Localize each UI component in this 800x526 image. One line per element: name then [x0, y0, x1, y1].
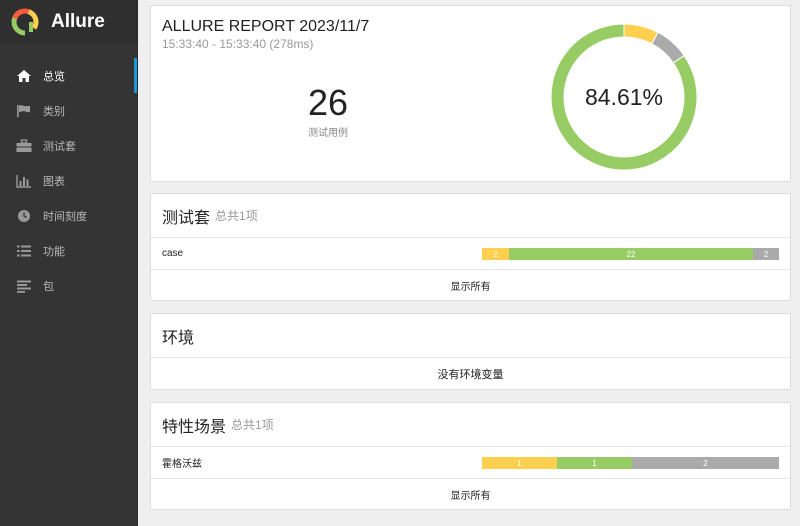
features-title: 特性场景	[162, 418, 227, 436]
table-row[interactable]: case 2 22 2	[151, 238, 790, 270]
sidebar: Allure 总览 类别 测试套 图表 时间刻度 功能 包	[0, 0, 138, 526]
environment-empty-text: 没有环境变量	[437, 369, 504, 381]
sidebar-item-timeline[interactable]: 时间刻度	[0, 198, 137, 233]
status-donut-chart[interactable]: 84.61%	[549, 22, 699, 172]
unknown-segment[interactable]: 2	[632, 457, 779, 469]
show-all-link[interactable]: 显示所有	[151, 270, 790, 300]
features-total: 总共1项	[231, 418, 274, 432]
sidebar-item-label: 总览	[43, 70, 65, 83]
broken-segment[interactable]: 1	[482, 457, 557, 469]
status-bar: 2 22 2	[482, 248, 779, 260]
sidebar-item-overview[interactable]: 总览	[0, 58, 137, 93]
sidebar-item-label: 时间刻度	[43, 210, 87, 223]
table-row[interactable]: 霍格沃兹 1 1 2	[151, 447, 790, 479]
suites-total: 总共1项	[215, 209, 258, 223]
sidebar-item-label: 功能	[43, 245, 65, 258]
sidebar-item-categories[interactable]: 类别	[0, 93, 137, 128]
report-time: 15:33:40 - 15:33:40 (278ms)	[162, 37, 314, 51]
sidebar-item-graphs[interactable]: 图表	[0, 163, 137, 198]
sidebar-item-label: 类别	[43, 105, 65, 118]
environment-title: 环境	[162, 329, 195, 347]
test-count-label: 测试用例	[308, 128, 348, 139]
briefcase-icon	[15, 138, 33, 154]
sidebar-item-behaviors[interactable]: 功能	[0, 233, 137, 268]
brand[interactable]: Allure	[0, 0, 137, 44]
broken-slice[interactable]	[623, 23, 659, 45]
report-title: ALLURE REPORT 2023/11/7	[162, 18, 370, 35]
test-count: 26	[307, 82, 349, 123]
home-icon	[15, 68, 33, 84]
features-header: 特性场景 总共1项	[151, 403, 790, 447]
summary-widget: ALLURE REPORT 2023/11/7 15:33:40 - 15:33…	[150, 5, 791, 182]
broken-segment[interactable]: 2	[482, 248, 509, 260]
sidebar-nav: 总览 类别 测试套 图表 时间刻度 功能 包	[0, 58, 137, 303]
suites-widget: 测试套 总共1项 case 2 22 2 显示所有	[150, 193, 791, 301]
bar-chart-icon	[15, 173, 33, 189]
environment-widget: 环境 没有环境变量	[150, 313, 791, 390]
passed-segment[interactable]: 22	[509, 248, 753, 260]
sidebar-item-label: 包	[43, 280, 54, 293]
align-left-icon	[15, 278, 33, 294]
sidebar-item-suites[interactable]: 测试套	[0, 128, 137, 163]
sidebar-item-packages[interactable]: 包	[0, 268, 137, 303]
allure-logo-icon	[11, 8, 39, 36]
sidebar-item-label: 测试套	[43, 140, 76, 153]
feature-name: 霍格沃兹	[162, 459, 202, 470]
flag-icon	[15, 103, 33, 119]
unknown-segment[interactable]: 2	[753, 248, 779, 260]
suites-title: 测试套	[162, 209, 211, 227]
features-widget: 特性场景 总共1项 霍格沃兹 1 1 2 显示所有	[150, 402, 791, 510]
status-bar: 1 1 2	[482, 457, 779, 469]
pass-rate: 84.61%	[585, 84, 663, 110]
environment-header: 环境	[151, 314, 790, 358]
show-all-link[interactable]: 显示所有	[151, 479, 790, 509]
list-icon	[15, 243, 33, 259]
suite-name: case	[162, 248, 184, 259]
suites-header: 测试套 总共1项	[151, 194, 790, 238]
sidebar-item-label: 图表	[43, 175, 65, 188]
passed-segment[interactable]: 1	[557, 457, 632, 469]
clock-icon	[15, 208, 33, 224]
app-name: Allure	[51, 11, 105, 32]
